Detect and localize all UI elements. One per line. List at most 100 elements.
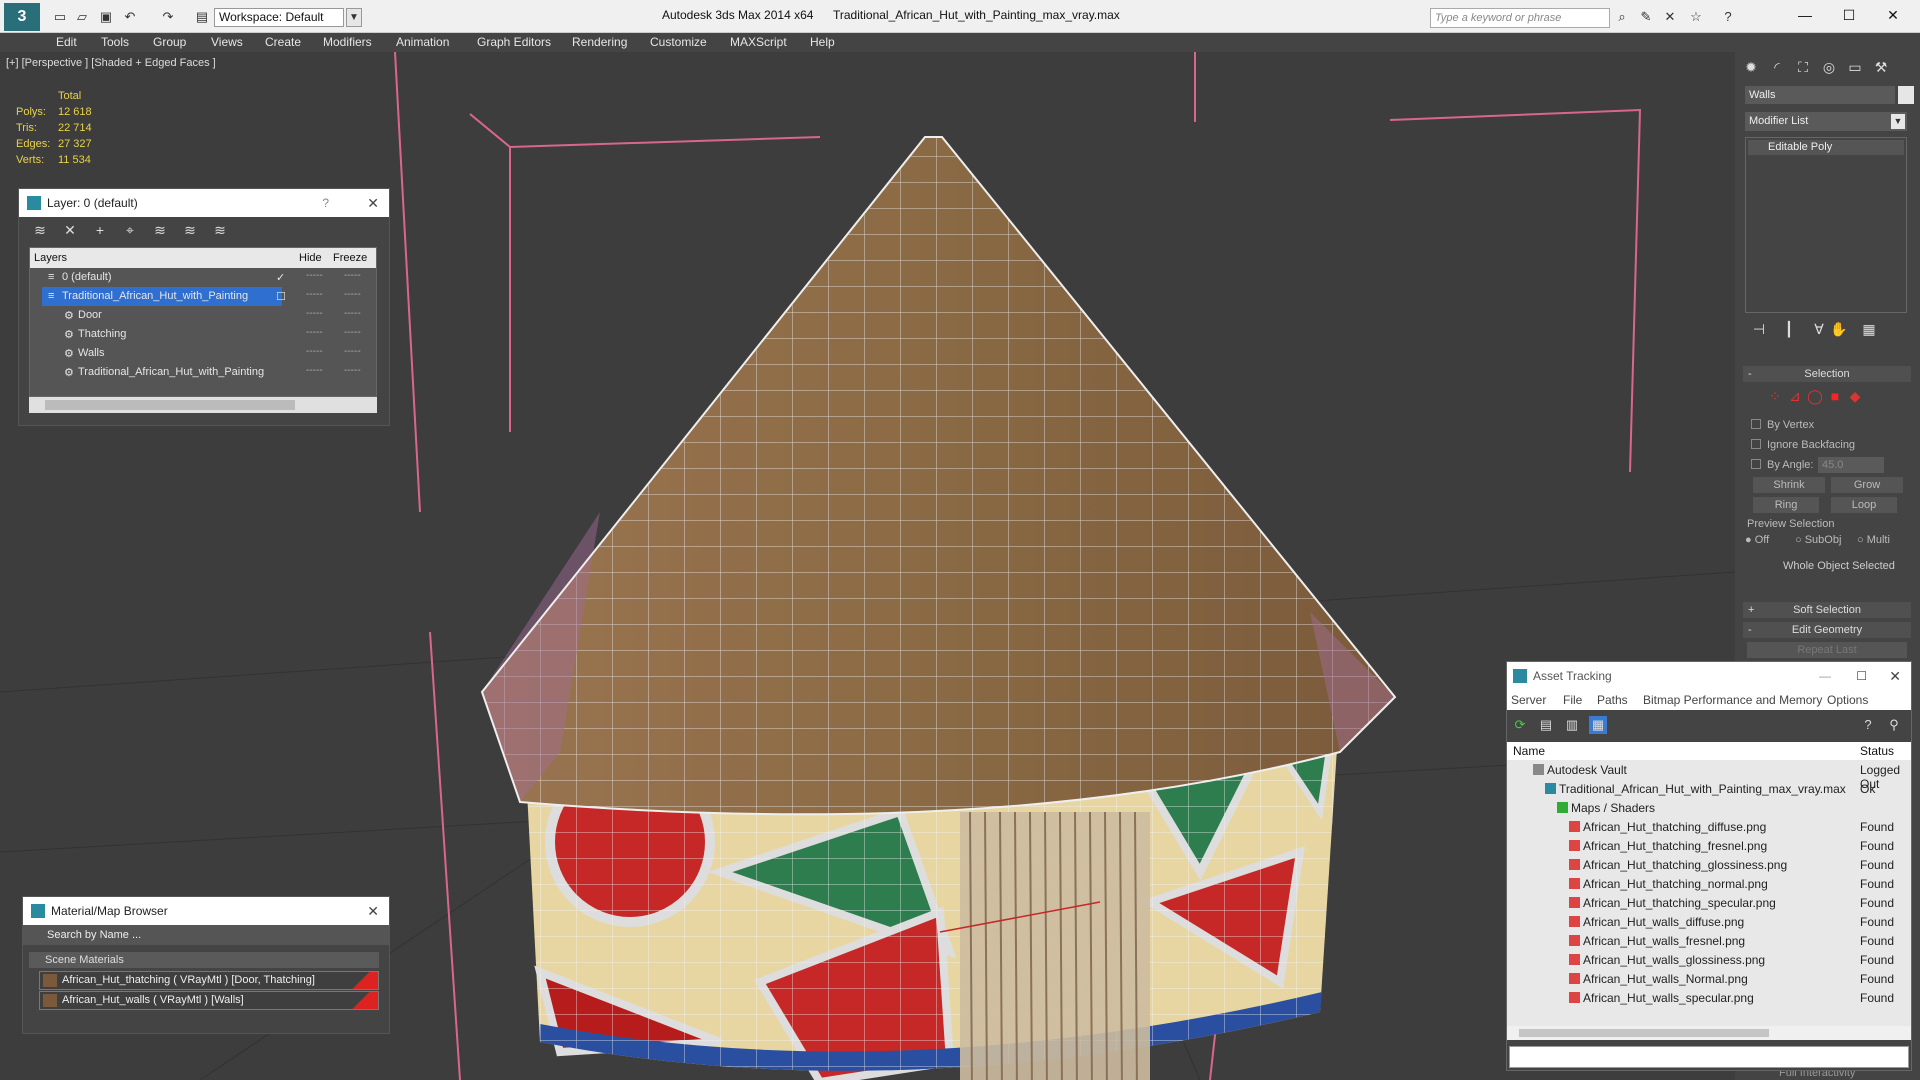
material-item[interactable]: African_Hut_walls ( VRayMtl ) [Walls] [39,991,379,1010]
element-mode-icon[interactable]: ◆ [1843,384,1867,408]
freeze-toggle[interactable]: ----- [344,270,361,281]
ring-button[interactable]: Ring [1753,497,1819,513]
by-angle-checkbox[interactable]: By Angle: [1751,459,1813,471]
exchange-icon[interactable]: ✕ [1662,9,1678,25]
app-logo-icon[interactable]: 3 [4,3,40,31]
menu-customize[interactable]: Customize [650,35,707,49]
freeze-toggle[interactable]: ----- [344,346,361,357]
menu-maxscript[interactable]: MAXScript [730,35,787,49]
modifier-list-dropdown[interactable]: Modifier List [1745,112,1907,131]
asset-row[interactable]: African_Hut_thatching_fresnel.png Found [1507,836,1911,855]
undo-icon[interactable]: ↶ [122,9,138,25]
material-search-input[interactable]: Search by Name ... [23,925,389,945]
layer-row[interactable]: ⚙ Walls ----- ----- [30,344,376,363]
asset-row[interactable]: African_Hut_walls_diffuse.png Found [1507,912,1911,931]
edit-geometry-rollout[interactable]: - Edit Geometry [1743,622,1911,638]
chevron-down-icon[interactable]: ▼ [1891,114,1905,129]
freeze-toggle[interactable]: ----- [344,327,361,338]
project-folder-icon[interactable]: ▤ [194,9,210,25]
utilities-tab-icon[interactable]: ⚒ [1869,55,1893,79]
asset-row[interactable]: African_Hut_thatching_diffuse.png Found [1507,817,1911,836]
help-icon[interactable]: ? [1720,9,1736,25]
favorites-star-icon[interactable]: ☆ [1688,9,1704,25]
grow-button[interactable]: Grow [1831,477,1903,493]
asset-row[interactable]: African_Hut_thatching_normal.png Found [1507,874,1911,893]
asset-row[interactable]: African_Hut_walls_specular.png Found [1507,988,1911,1007]
object-color-swatch[interactable] [1898,86,1914,104]
soft-selection-rollout[interactable]: + Soft Selection [1743,602,1911,618]
new-file-icon[interactable]: ▭ [52,9,68,25]
minimize-button[interactable]: — [1819,662,1831,690]
scroll-thumb[interactable] [45,400,295,410]
maximize-button[interactable]: ☐ [1834,5,1864,25]
preview-subobj-radio[interactable]: ○ SubObj [1795,534,1841,546]
menu-animation[interactable]: Animation [396,35,449,49]
ignore-backfacing-checkbox[interactable]: Ignore Backfacing [1751,439,1855,451]
stack-item-editable-poly[interactable]: Editable Poly [1748,140,1904,155]
open-file-icon[interactable]: ▱ [74,9,90,25]
configure-sets-icon[interactable]: ▦ [1857,317,1881,341]
hide-toggle[interactable]: ----- [306,327,323,338]
menu-tools[interactable]: Tools [101,35,129,49]
col-name[interactable]: Name [1513,744,1545,758]
new-layer-icon[interactable]: ≋ [31,221,49,239]
menu-rendering[interactable]: Rendering [572,35,627,49]
search-input[interactable]: Type a keyword or phrase [1430,8,1610,28]
scene-materials-group[interactable]: Scene Materials [29,952,379,968]
communication-icon[interactable]: ✎ [1638,9,1654,25]
pin-stack-icon[interactable]: ⊣ [1747,317,1771,341]
selection-rollout[interactable]: - Selection [1743,366,1911,382]
show-end-result-icon[interactable]: ┃ [1777,317,1801,341]
help-search-icon[interactable]: ⚲ [1885,716,1903,734]
hide-all-icon[interactable]: ≋ [181,221,199,239]
material-browser-title[interactable]: Material/Map Browser ✕ [23,897,389,925]
layer-panel-title[interactable]: Layer: 0 (default) ? ✕ [19,189,389,217]
help-icon[interactable]: ? [1859,716,1877,734]
table-view-icon[interactable]: ▦ [1589,716,1607,734]
hierarchy-tab-icon[interactable]: ⛶ [1791,55,1815,79]
freeze-all-icon[interactable]: ≋ [211,221,229,239]
menu-help[interactable]: Help [810,35,835,49]
asset-menu-server[interactable]: Server [1511,693,1546,707]
hide-toggle[interactable]: ----- [306,308,323,319]
preview-multi-radio[interactable]: ○ Multi [1857,534,1890,546]
layer-row[interactable]: ⚙ Traditional_African_Hut_with_Painting … [30,363,376,382]
layer-row[interactable]: ≡ 0 (default) ✓ ----- ----- [30,268,376,287]
col-layers[interactable]: Layers [34,252,67,264]
minimize-button[interactable]: — [1790,5,1820,25]
angle-spinner[interactable]: 45.0 [1818,457,1884,473]
hide-toggle[interactable]: ----- [306,365,323,376]
freeze-toggle[interactable]: ----- [344,289,361,300]
menu-modifiers[interactable]: Modifiers [323,35,372,49]
binoculars-icon[interactable]: ⌕ [1614,9,1630,25]
select-objects-icon[interactable]: ⌖ [121,221,139,239]
chevron-down-icon[interactable]: ▼ [346,8,362,27]
viewport-label[interactable]: [+] [Perspective ] [Shaded + Edged Faces… [6,57,216,69]
col-status[interactable]: Status [1860,744,1894,758]
delete-layer-icon[interactable]: ✕ [61,221,79,239]
layer-row-selected[interactable]: ≡ Traditional_African_Hut_with_Painting … [30,287,376,306]
workspace-dropdown[interactable]: Workspace: Default [214,8,344,27]
scroll-thumb[interactable] [1519,1029,1769,1037]
menu-graph-editors[interactable]: Graph Editors [477,35,551,49]
display-tab-icon[interactable]: ▭ [1843,55,1867,79]
motion-tab-icon[interactable]: ◎ [1817,55,1841,79]
remove-modifier-icon[interactable]: ✋ [1827,317,1851,341]
loop-button[interactable]: Loop [1831,497,1897,513]
horizontal-scrollbar[interactable] [29,397,377,413]
layer-row[interactable]: ⚙ Thatching ----- ----- [30,325,376,344]
asset-menu-bitmap[interactable]: Bitmap Performance and Memory [1643,693,1822,707]
asset-row[interactable]: Traditional_African_Hut_with_Painting_ma… [1507,779,1911,798]
asset-row[interactable]: African_Hut_walls_fresnel.png Found [1507,931,1911,950]
refresh-icon[interactable]: ⟳ [1511,716,1529,734]
asset-menu-file[interactable]: File [1563,693,1582,707]
asset-tracking-title[interactable]: Asset Tracking — ☐ ✕ [1507,662,1911,690]
maximize-button[interactable]: ☐ [1856,662,1867,690]
close-icon[interactable]: ✕ [367,189,379,217]
asset-row[interactable]: African_Hut_thatching_glossiness.png Foun… [1507,855,1911,874]
add-to-layer-icon[interactable]: + [91,221,109,239]
redo-icon[interactable]: ↷ [160,9,176,25]
material-item[interactable]: African_Hut_thatching ( VRayMtl ) [Door,… [39,971,379,990]
hide-toggle[interactable]: ----- [306,346,323,357]
object-name-field[interactable]: Walls [1745,86,1895,104]
